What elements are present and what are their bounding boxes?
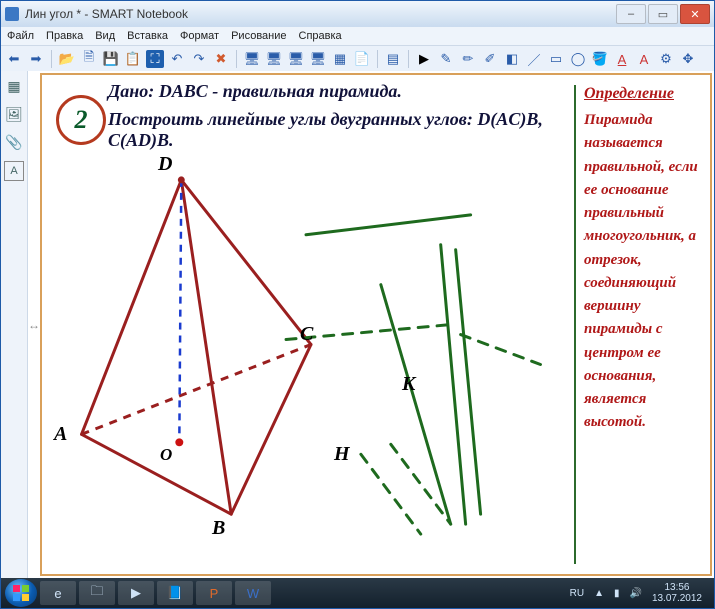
task-number: 2 <box>56 95 106 145</box>
capture-icon[interactable]: ▦ <box>331 50 349 68</box>
menu-view[interactable]: Вид <box>95 30 115 42</box>
system-tray: RU ▲ ▮ 🔊 13:56 13.07.2012 <box>570 582 710 604</box>
text-icon[interactable]: A <box>613 50 631 68</box>
definition-heading: Определение <box>584 85 704 103</box>
taskbar-ie-icon[interactable]: e <box>40 581 76 605</box>
menu-format[interactable]: Формат <box>180 30 219 42</box>
geometry-svg <box>42 145 580 574</box>
toolbar: ⬅ ➡ 📂 🗎 💾 📋 ⛶ ↶ ↷ ✖ 🖥 🖥 🖥 🖥 ▦ 📄 ▤ ▶ ✎ ✏ … <box>1 45 714 73</box>
sidebar-text-icon[interactable]: A <box>4 161 24 181</box>
menu-file[interactable]: Файл <box>7 30 34 42</box>
select-icon[interactable]: ▶ <box>415 50 433 68</box>
menu-bar: Файл Правка Вид Вставка Формат Рисование… <box>1 27 714 45</box>
pen2-icon[interactable]: ✏ <box>459 50 477 68</box>
screen1-icon[interactable]: 🖥 <box>243 50 261 68</box>
open-icon[interactable]: 📂 <box>58 50 76 68</box>
props-icon[interactable]: ⚙ <box>657 50 675 68</box>
definition-body: Пирамида называется правильной, если ее … <box>584 109 704 435</box>
tray-date: 13.07.2012 <box>652 593 702 604</box>
app-icon <box>5 7 19 21</box>
taskbar-notebook-icon[interactable]: 📘 <box>157 581 193 605</box>
title-bar: Лин угол * - SMART Notebook – ▭ ✕ <box>1 1 714 27</box>
paste-icon[interactable]: 📋 <box>124 50 142 68</box>
tray-clock[interactable]: 13:56 13.07.2012 <box>652 582 702 604</box>
undo-icon[interactable]: ↶ <box>168 50 186 68</box>
page-canvas[interactable]: 2 Дано: DABC - правильная пирамида. Пост… <box>40 73 712 576</box>
tray-time: 13:56 <box>664 582 689 593</box>
screen2-icon[interactable]: 🖥 <box>265 50 283 68</box>
menu-insert[interactable]: Вставка <box>127 30 168 42</box>
rec-shape-icon[interactable]: ◯ <box>569 50 587 68</box>
tray-flag-icon[interactable]: ▲ <box>594 588 604 599</box>
window-title: Лин угол * - SMART Notebook <box>25 7 188 21</box>
close-button[interactable]: ✕ <box>680 4 710 24</box>
label-A: A <box>54 423 67 446</box>
new-icon[interactable]: 🗎 <box>80 50 98 68</box>
label-H: H <box>334 443 350 466</box>
taskbar-word-icon[interactable]: W <box>235 581 271 605</box>
back-icon[interactable]: ⬅ <box>5 50 23 68</box>
workspace: ▦ 🖼 📎 A ↔ 2 Дано: DABC - правильная пира… <box>1 71 714 578</box>
save-icon[interactable]: 💾 <box>102 50 120 68</box>
taskbar: e 🗀 ▶ 📘 P W RU ▲ ▮ 🔊 13:56 13.07.2012 <box>1 578 714 608</box>
taskbar-player-icon[interactable]: ▶ <box>118 581 154 605</box>
doc-icon[interactable]: 📄 <box>353 50 371 68</box>
table-icon[interactable]: ▤ <box>384 50 402 68</box>
menu-edit[interactable]: Правка <box>46 30 83 42</box>
label-C: C <box>300 323 313 346</box>
tray-sound-icon[interactable]: 🔊 <box>629 588 641 599</box>
minimize-button[interactable]: – <box>616 4 646 24</box>
label-B: B <box>212 517 225 540</box>
start-button[interactable] <box>5 579 37 607</box>
sidebar-pages-icon[interactable]: ▦ <box>5 77 23 95</box>
pen1-icon[interactable]: ✎ <box>437 50 455 68</box>
menu-draw[interactable]: Рисование <box>231 30 286 42</box>
move-icon[interactable]: ✥ <box>679 50 697 68</box>
label-K: K <box>402 373 415 396</box>
line-icon[interactable]: ／ <box>525 50 543 68</box>
side-toolbar: ▦ 🖼 📎 A <box>1 71 28 578</box>
window-buttons: – ▭ ✕ <box>616 4 710 24</box>
shape-icon[interactable]: ▭ <box>547 50 565 68</box>
fill-icon[interactable]: 🪣 <box>591 50 609 68</box>
app-window: Лин угол * - SMART Notebook – ▭ ✕ Файл П… <box>0 0 715 609</box>
taskbar-ppt-icon[interactable]: P <box>196 581 232 605</box>
label-O: O <box>160 445 172 465</box>
label-D: D <box>158 153 172 176</box>
sidebar-gallery-icon[interactable]: 🖼 <box>5 105 23 123</box>
menu-help[interactable]: Справка <box>299 30 342 42</box>
forward-icon[interactable]: ➡ <box>27 50 45 68</box>
redo-icon[interactable]: ↷ <box>190 50 208 68</box>
screen3-icon[interactable]: 🖥 <box>287 50 305 68</box>
pen3-icon[interactable]: ✐ <box>481 50 499 68</box>
sidebar-attach-icon[interactable]: 📎 <box>5 133 23 151</box>
maximize-button[interactable]: ▭ <box>648 4 678 24</box>
screen4-icon[interactable]: 🖥 <box>309 50 327 68</box>
tray-lang[interactable]: RU <box>570 588 584 599</box>
geometry-area: D A B C O K H <box>42 145 580 574</box>
given-text: Дано: DABC - правильная пирамида. <box>108 81 570 102</box>
color-icon[interactable]: A <box>635 50 653 68</box>
collapse-handle[interactable]: ↔ <box>28 71 40 578</box>
definition-panel: Определение Пирамида называется правильн… <box>574 85 704 564</box>
delete-icon[interactable]: ✖ <box>212 50 230 68</box>
fullscreen-icon[interactable]: ⛶ <box>146 50 164 68</box>
eraser-icon[interactable]: ◧ <box>503 50 521 68</box>
tray-network-icon[interactable]: ▮ <box>614 588 620 599</box>
taskbar-explorer-icon[interactable]: 🗀 <box>79 581 115 605</box>
